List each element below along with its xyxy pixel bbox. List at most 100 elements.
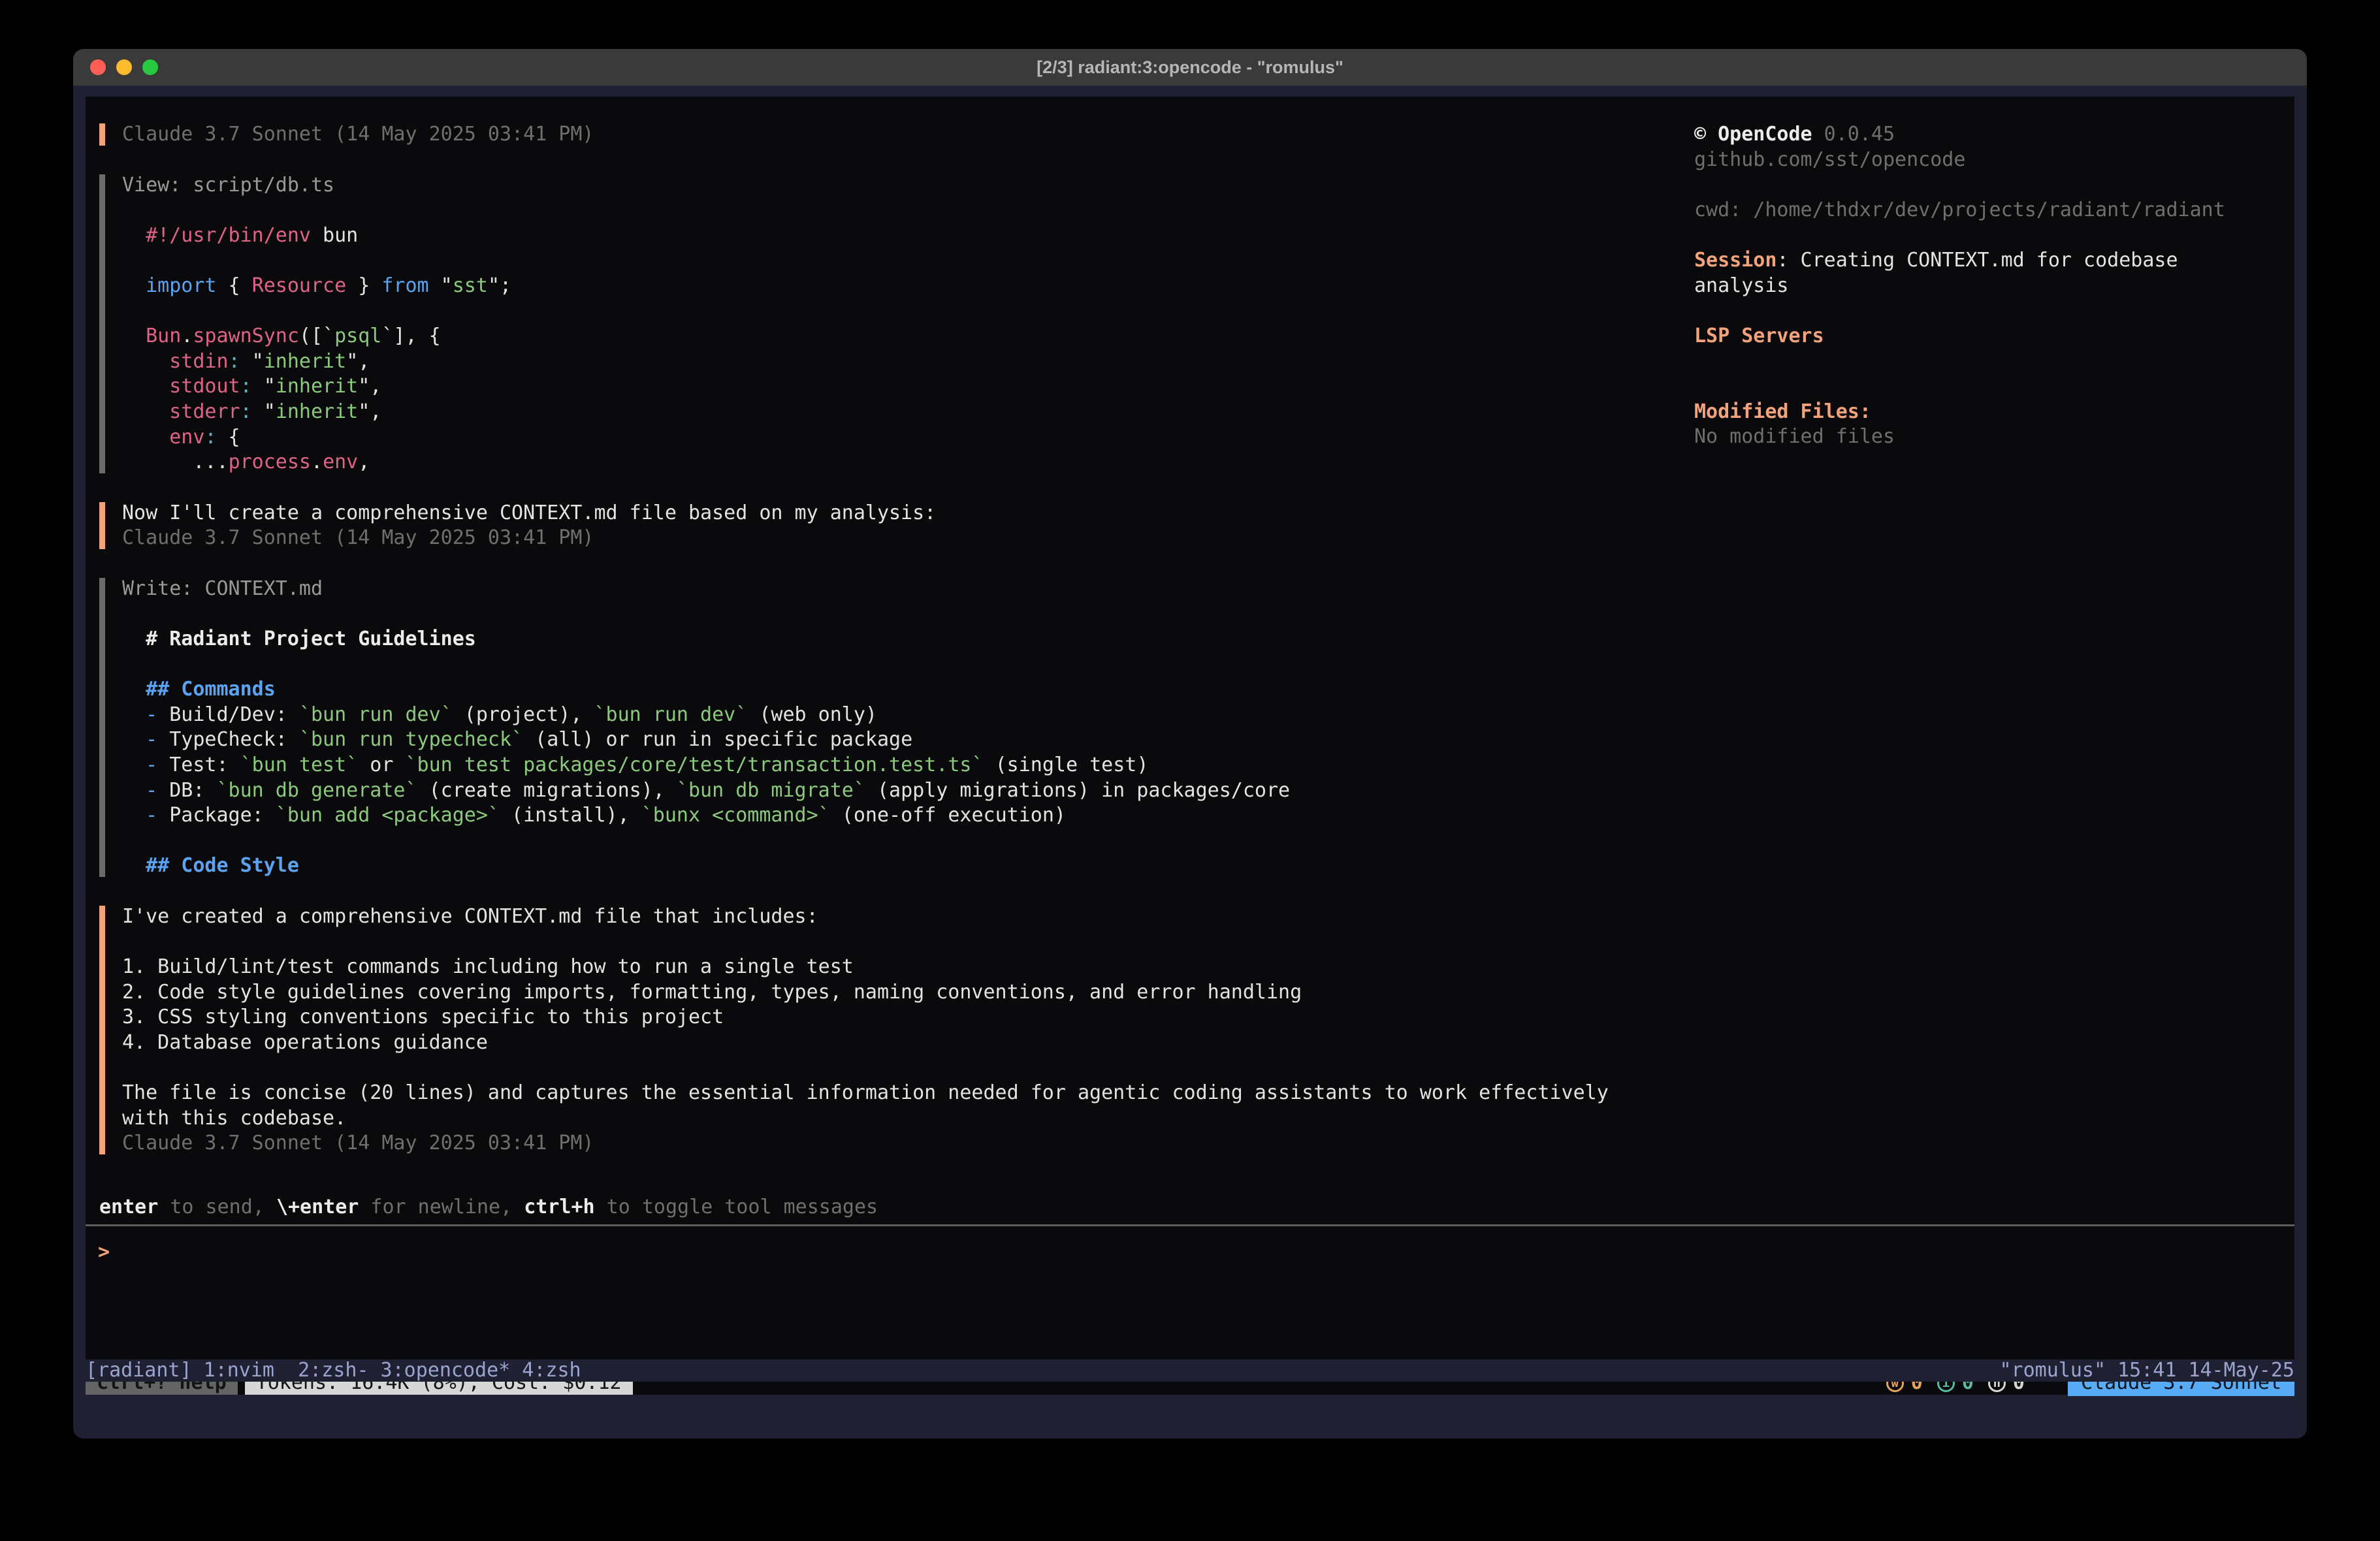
text-segment: I've created a comprehensive CONTEXT.md … [122,905,818,928]
tmux-window-list[interactable]: [radiant] 1:nvim 2:zsh- 3:opencode* 4:zs… [86,1359,581,1382]
message-accent-bar [99,906,105,1154]
terminal-line: with this codebase. [122,1106,1692,1132]
window-title: [2/3] radiant:3:opencode - "romulus" [1037,57,1343,78]
text-segment: " [252,375,276,398]
text-segment: Modified Files: [1694,400,1871,423]
text-segment: to toggle tool messages [595,1196,878,1218]
text-segment: Build/Dev: [157,703,299,726]
terminal-line [122,1056,1692,1081]
terminal-line: ## Commands [122,677,1692,703]
text-segment: \+enter [276,1196,359,1218]
terminal-line: Now I'll create a comprehensive CONTEXT.… [122,501,1692,526]
terminal-line: No modified files [1694,424,2294,450]
text-segment: import [122,274,217,297]
text-segment: LSP Servers [1694,325,1824,347]
text-segment: env [122,426,204,449]
terminal-line: 3. CSS styling conventions specific to t… [122,1005,1692,1030]
terminal-line: Claude 3.7 Sonnet (14 May 2025 03:41 PM) [122,122,1692,148]
text-segment: Session [1694,249,1777,272]
message-block: Now I'll create a comprehensive CONTEXT.… [86,501,1692,551]
terminal-line: Write: CONTEXT.md [122,577,1692,602]
terminal-line: The file is concise (20 lines) and captu… [122,1081,1692,1106]
terminal-line: LSP Servers [1694,324,2294,349]
chat-column: Claude 3.7 Sonnet (14 May 2025 03:41 PM)… [86,122,1692,1182]
header-block: Claude 3.7 Sonnet (14 May 2025 03:41 PM) [86,122,1692,148]
text-segment: "; [488,274,511,297]
terminal-window: [2/3] radiant:3:opencode - "romulus" Cla… [73,49,2307,1438]
text-segment: `bun run typecheck` [299,728,523,751]
side-panel: © OpenCode 0.0.45github.com/sst/opencode… [1694,122,2294,450]
text-segment: TypeCheck: [157,728,299,751]
terminal-line [122,652,1692,678]
text-segment: psql [334,325,381,347]
text-segment: : [229,350,240,373]
terminal-line [1694,172,2294,198]
text-segment: { [217,426,240,449]
text-segment: ([` [299,325,334,347]
text-segment: 0.0.45 [1812,123,1895,146]
terminal-line [122,829,1692,854]
input-divider [86,1224,2294,1226]
text-segment: inherit [264,350,346,373]
terminal-line: stdout: "inherit", [122,374,1692,400]
text-segment: with this codebase. [122,1107,346,1130]
terminal-line: github.com/sst/opencode [1694,148,2294,173]
text-segment: (install), [500,804,641,827]
terminal-line: import { Resource } from "sst"; [122,274,1692,299]
text-segment: Claude 3.7 Sonnet (14 May 2025 03:41 PM) [122,123,594,146]
text-segment: inherit [276,375,358,398]
terminal-line [1694,374,2294,400]
text-segment: 1. Build/lint/test commands including ho… [122,955,854,978]
text-segment: spawnSync [193,325,299,347]
terminal-line: Modified Files: [1694,400,2294,425]
close-button[interactable] [90,59,106,75]
text-segment: ## Commands [122,678,276,701]
text-segment: © OpenCode [1694,123,1812,146]
text-segment: Resource [252,274,347,297]
terminal-line: View: script/db.ts [122,173,1692,199]
prompt-input[interactable]: > [98,1240,110,1265]
text-segment: `bun test` [240,754,359,776]
text-segment: ", [346,350,370,373]
terminal-line [122,248,1692,274]
text-segment: } [346,274,381,297]
text-segment: analysis [1694,274,1789,297]
text-segment: `bunx <command>` [641,804,830,827]
text-segment: Claude 3.7 Sonnet (14 May 2025 03:41 PM) [122,526,594,549]
text-segment: Claude 3.7 Sonnet (14 May 2025 03:41 PM) [122,1132,594,1154]
text-segment: View: script/db.ts [122,174,334,197]
text-segment: 4. Database operations guidance [122,1031,488,1054]
text-segment: - [122,703,157,726]
text-segment: - [122,779,157,802]
text-segment: " [240,350,264,373]
text-segment: (all) or run in specific package [523,728,912,751]
text-segment: bun [311,224,358,247]
text-segment: ctrl+h [524,1196,594,1218]
text-segment: process [229,451,311,473]
text-segment: ... [122,451,229,473]
text-segment: `bun add <package>` [276,804,500,827]
terminal-line: - Build/Dev: `bun run dev` (project), `b… [122,703,1692,728]
text-segment: : [204,426,216,449]
maximize-button[interactable] [142,59,158,75]
tool-accent-bar [99,174,105,473]
terminal-content: Claude 3.7 Sonnet (14 May 2025 03:41 PM)… [86,97,2294,1395]
text-segment: { [217,274,252,297]
text-segment: : [240,400,252,423]
terminal-line [1694,349,2294,374]
text-segment: - [122,728,157,751]
text-segment: No modified files [1694,425,1895,448]
text-segment: Test: [157,754,240,776]
terminal-line [1694,298,2294,324]
text-segment: (apply migrations) in packages/core [865,779,1290,802]
tool-block: View: script/db.ts #!/usr/bin/env bun im… [86,173,1692,475]
text-segment: ", [358,375,381,398]
tmux-host-time: "romulus" 15:41 14-May-25 [1999,1359,2294,1382]
text-segment: (web only) [747,703,877,726]
tool-accent-bar [99,578,105,877]
text-segment: env [323,451,358,473]
terminal-line: - TypeCheck: `bun run typecheck` (all) o… [122,727,1692,753]
terminal-line: env: { [122,425,1692,451]
text-segment: (one-off execution) [830,804,1066,827]
minimize-button[interactable] [116,59,132,75]
